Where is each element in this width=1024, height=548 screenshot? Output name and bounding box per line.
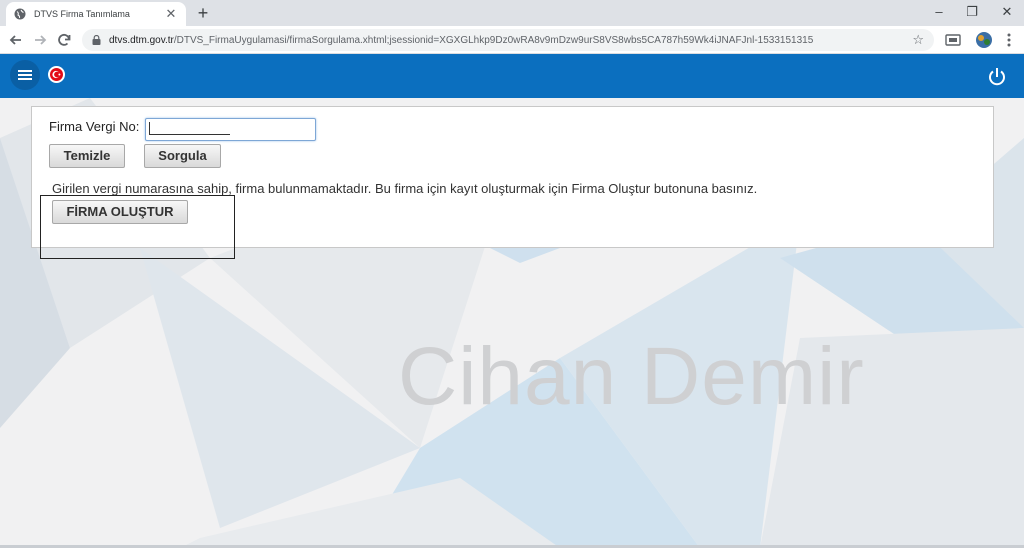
power-logout-icon[interactable]	[986, 66, 1008, 88]
input-mask-underline	[150, 134, 230, 135]
sorgula-button[interactable]: Sorgula	[144, 144, 221, 168]
menu-line-icon	[18, 78, 32, 80]
reload-icon[interactable]	[54, 30, 74, 50]
window-close-button[interactable]: ✕	[990, 0, 1024, 26]
forward-arrow-icon[interactable]	[30, 30, 50, 50]
profile-avatar-icon[interactable]	[975, 31, 993, 49]
globe-icon	[14, 8, 26, 20]
browser-toolbar: dtvs.dtm.gov.tr/DTVS_FirmaUygulamasi/fir…	[0, 26, 1024, 54]
menu-line-icon	[18, 70, 32, 72]
browser-tab-strip: DTVS Firma Tanımlama ✕ + – ❐ ✕	[0, 0, 1024, 26]
back-arrow-icon[interactable]	[6, 30, 26, 50]
lock-icon	[92, 35, 101, 45]
watermark-text: Cihan Demir	[398, 331, 865, 422]
hamburger-menu-button[interactable]	[10, 60, 40, 90]
turkey-flag-icon	[48, 66, 65, 83]
temizle-button[interactable]: Temizle	[49, 144, 125, 168]
cast-icon[interactable]	[944, 31, 962, 49]
result-message: Girilen vergi numarasına sahip, firma bu…	[52, 181, 758, 196]
browser-tab[interactable]: DTVS Firma Tanımlama ✕	[6, 2, 186, 26]
tab-title: DTVS Firma Tanımlama	[34, 9, 130, 19]
tab-close-icon[interactable]: ✕	[164, 7, 178, 21]
vergi-no-label: Firma Vergi No:	[49, 119, 140, 134]
menu-line-icon	[18, 74, 32, 76]
url-path: /DTVS_FirmaUygulamasi/firmaSorgulama.xht…	[173, 34, 814, 46]
new-tab-button[interactable]: +	[194, 3, 212, 23]
vergi-no-input[interactable]	[145, 118, 316, 141]
address-bar[interactable]: dtvs.dtm.gov.tr/DTVS_FirmaUygulamasi/fir…	[82, 29, 934, 51]
window-minimize-button[interactable]: –	[922, 0, 956, 26]
window-restore-button[interactable]: ❐	[955, 0, 989, 26]
url-text: dtvs.dtm.gov.tr/DTVS_FirmaUygulamasi/fir…	[109, 35, 912, 46]
browser-menu-icon[interactable]	[1000, 31, 1018, 49]
url-host: dtvs.dtm.gov.tr	[109, 34, 174, 46]
annotation-highlight-box	[40, 195, 235, 259]
bookmark-star-icon[interactable]: ☆	[912, 32, 924, 48]
app-header	[0, 54, 1024, 98]
